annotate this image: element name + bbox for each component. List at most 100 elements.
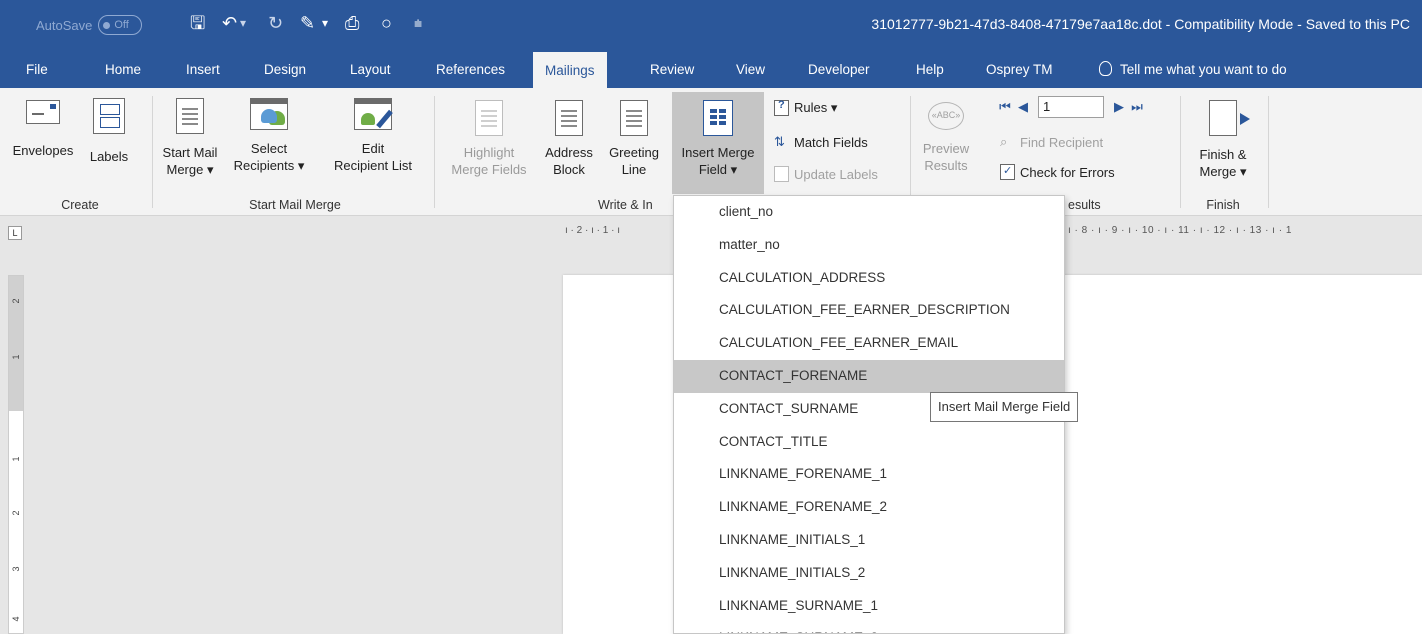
highlight-merge-fields-button[interactable]: Highlight Merge Fields	[440, 100, 538, 178]
merge-field-item[interactable]: matter_no	[674, 229, 1064, 262]
print-preview-icon[interactable]: ⎙	[345, 11, 359, 35]
merge-field-item[interactable]: LINKNAME_FORENAME_1	[674, 458, 1064, 491]
tab-mailings[interactable]: Mailings	[533, 52, 607, 88]
address-block-icon	[555, 100, 583, 136]
format-painter-dropdown-icon[interactable]: ▾	[322, 11, 328, 35]
tab-insert[interactable]: Insert	[186, 52, 220, 88]
group-preview-results-label: esults	[1068, 198, 1101, 212]
check-for-errors-label: Check for Errors	[1020, 164, 1115, 180]
start-mail-merge-button[interactable]: Start Mail Merge ▾	[158, 98, 222, 178]
insert-merge-field-button[interactable]: Insert Merge Field ▾	[672, 92, 764, 194]
autosave-control[interactable]: AutoSave Off	[36, 15, 143, 35]
vertical-ruler[interactable]: 2 1 1 2 3 4	[8, 275, 24, 634]
check-for-errors-icon: ✓	[1000, 164, 1015, 180]
vruler-number: 1	[11, 354, 21, 360]
tell-me-search[interactable]: Tell me what you want to do	[1099, 52, 1287, 88]
tab-osprey-tm[interactable]: Osprey TM	[986, 52, 1053, 88]
title-bar: AutoSave Off 🖫 ↶ ▾ ↻ ✎ ▾ ⎙ ○ ⩧ 31012777-…	[0, 0, 1422, 52]
group-write-insert-label: Write & In	[598, 198, 653, 212]
tab-review[interactable]: Review	[650, 52, 694, 88]
tab-view[interactable]: View	[736, 52, 765, 88]
update-labels-button[interactable]: Update Labels	[774, 166, 878, 182]
start-mail-merge-icon	[176, 98, 204, 134]
merge-field-item[interactable]: LINKNAME_INITIALS_2	[674, 557, 1064, 590]
tab-selector[interactable]: L	[8, 226, 22, 240]
merge-field-item[interactable]: LINKNAME_FORENAME_2	[674, 491, 1064, 524]
select-recipients-button[interactable]: Select Recipients ▾	[222, 98, 316, 174]
match-fields-icon: ⇅	[774, 134, 785, 149]
format-painter-icon[interactable]: ✎	[300, 11, 315, 35]
check-for-errors-button[interactable]: ✓ Check for Errors	[1000, 164, 1115, 180]
find-recipient-icon: ⌕	[1000, 134, 1008, 149]
labels-button[interactable]: Labels	[76, 98, 142, 165]
autosave-label: AutoSave	[36, 17, 93, 33]
group-start-mail-merge-label: Start Mail Merge	[249, 198, 341, 212]
tab-help[interactable]: Help	[916, 52, 944, 88]
envelopes-button[interactable]: Envelopes	[10, 100, 76, 159]
redo-icon[interactable]: ↻	[268, 11, 283, 35]
rules-button[interactable]: ? Rules ▾	[774, 99, 837, 116]
envelope-icon	[26, 100, 60, 124]
undo-dropdown-icon[interactable]: ▾	[240, 11, 246, 35]
match-fields-button[interactable]: ⇅ Match Fields	[774, 134, 868, 150]
last-record-icon[interactable]: ⏭	[1128, 99, 1146, 115]
undo-icon[interactable]: ↶	[222, 11, 237, 35]
greeting-line-button[interactable]: Greeting Line	[598, 100, 670, 178]
edit-recipient-list-button[interactable]: Edit Recipient List	[316, 98, 430, 174]
tab-references[interactable]: References	[436, 52, 505, 88]
find-recipient-button[interactable]: ⌕ Find Recipient	[1000, 134, 1103, 150]
highlight-label-2: Merge Fields	[451, 162, 527, 177]
address-block-button[interactable]: Address Block	[540, 100, 598, 178]
tab-home[interactable]: Home	[105, 52, 141, 88]
vruler-number: 2	[11, 298, 21, 304]
autosave-toggle[interactable]: Off	[98, 15, 143, 35]
preview-results-button[interactable]: «ABC» Preview Results	[916, 102, 976, 174]
tab-design[interactable]: Design	[264, 52, 306, 88]
edit-recipient-list-label-2: Recipient List	[333, 158, 413, 173]
preview-results-icon: «ABC»	[928, 102, 964, 130]
next-record-icon[interactable]: ▶	[1110, 99, 1128, 115]
merge-field-item[interactable]: CALCULATION_ADDRESS	[674, 262, 1064, 295]
group-separator	[434, 96, 435, 208]
labels-label: Labels	[89, 149, 129, 164]
previous-record-icon[interactable]: ◀	[1014, 99, 1032, 115]
merge-field-item[interactable]: LINKNAME_SURNAME_1	[674, 590, 1064, 623]
start-mail-merge-label-2: Merge ▾	[166, 162, 214, 177]
tab-developer[interactable]: Developer	[808, 52, 870, 88]
vruler-number: 4	[11, 616, 21, 622]
merge-field-item[interactable]: CALCULATION_FEE_EARNER_DESCRIPTION	[674, 294, 1064, 327]
horizontal-ruler-right[interactable]: ı · 8 · ı · 9 · ı · 10 · ı · 11 · ı · 12…	[1068, 225, 1422, 241]
horizontal-ruler-left[interactable]: ı · 2 · ı · 1 · ı	[565, 225, 620, 236]
rules-icon: ?	[774, 99, 789, 116]
customize-qat-icon[interactable]: ⩧	[414, 11, 422, 35]
tab-layout[interactable]: Layout	[350, 52, 391, 88]
finish-merge-button[interactable]: Finish & Merge ▾	[1188, 100, 1258, 180]
first-record-icon[interactable]: ⏮	[996, 99, 1014, 115]
group-separator	[1268, 96, 1269, 208]
greeting-line-label-2: Line	[621, 162, 647, 177]
merge-field-item[interactable]: CONTACT_TITLE	[674, 426, 1064, 459]
record-number-input[interactable]: 1	[1038, 96, 1104, 118]
vruler-number: 3	[11, 566, 21, 572]
tell-me-text: Tell me what you want to do	[1120, 62, 1287, 77]
group-finish-label: Finish	[1206, 198, 1240, 212]
envelopes-label: Envelopes	[12, 143, 74, 158]
group-separator	[152, 96, 153, 208]
match-fields-label: Match Fields	[794, 134, 868, 150]
group-separator	[910, 96, 911, 208]
merge-field-item[interactable]: client_no	[674, 196, 1064, 229]
preview-results-label-2: Results	[924, 158, 968, 173]
save-icon[interactable]: 🖫	[190, 11, 205, 35]
circle-icon[interactable]: ○	[381, 11, 392, 35]
tab-file[interactable]: File	[26, 52, 48, 88]
merge-field-item[interactable]: CALCULATION_FEE_EARNER_EMAIL	[674, 327, 1064, 360]
merge-field-item[interactable]: LINKNAME_SURNAME_2	[674, 622, 1064, 633]
find-recipient-label: Find Recipient	[1020, 134, 1104, 150]
merge-field-item[interactable]: LINKNAME_INITIALS_1	[674, 524, 1064, 557]
highlight-merge-fields-icon	[475, 100, 503, 136]
edit-recipient-list-icon	[354, 98, 393, 130]
group-separator	[1180, 96, 1181, 208]
merge-field-item-highlighted[interactable]: CONTACT_FORENAME	[674, 359, 1064, 393]
finish-merge-icon	[1209, 100, 1250, 136]
address-block-label-2: Block	[553, 162, 585, 177]
